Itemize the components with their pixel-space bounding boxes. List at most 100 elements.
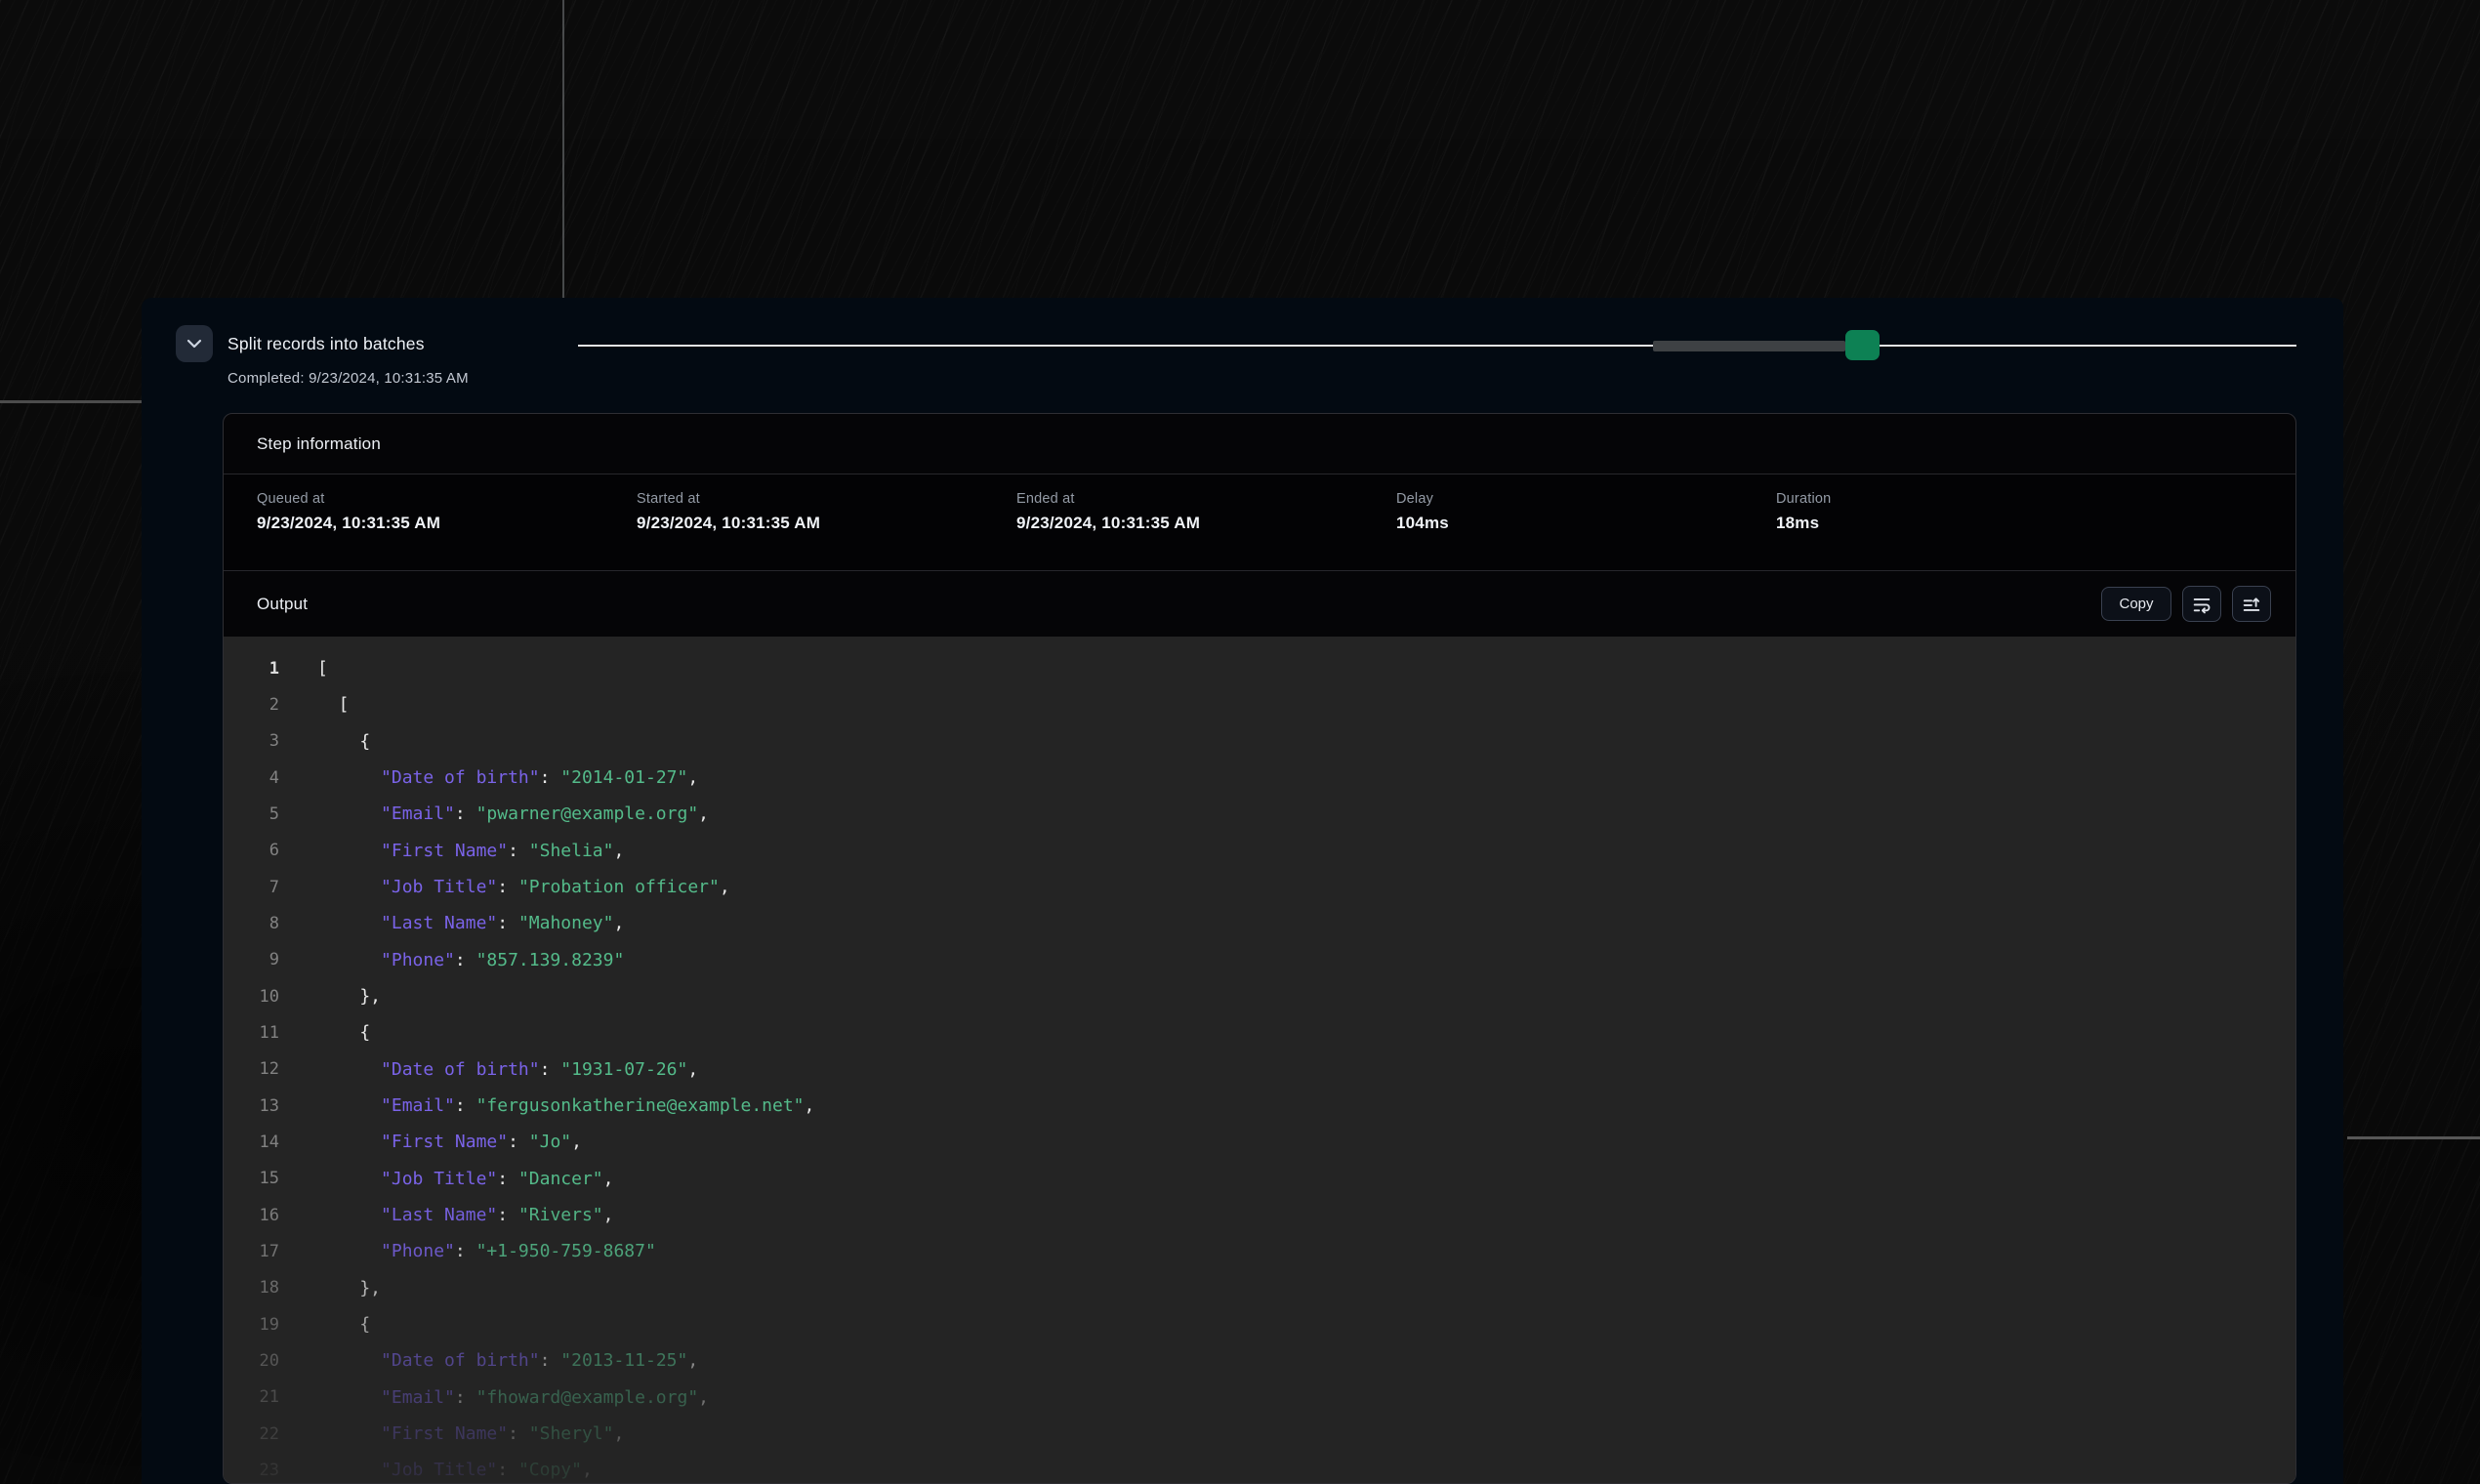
line-number: 6 — [224, 841, 279, 860]
code-text: "Date of birth": "2013-11-25", — [317, 1350, 698, 1371]
line-number: 3 — [224, 731, 279, 751]
timeline-range-bar[interactable] — [1653, 341, 1845, 351]
output-actions: Copy — [2101, 571, 2271, 637]
line-number: 13 — [224, 1096, 279, 1116]
code-text: }, — [317, 986, 381, 1007]
timeline-track[interactable] — [578, 345, 2296, 347]
code-text: "Date of birth": "2014-01-27", — [317, 767, 698, 788]
line-number: 14 — [224, 1133, 279, 1152]
line-number: 20 — [224, 1351, 279, 1371]
code-text: }, — [317, 1278, 381, 1298]
code-line: 6 "First Name": "Shelia", — [224, 833, 2295, 869]
code-line: 11 { — [224, 1014, 2295, 1051]
line-number: 2 — [224, 695, 279, 715]
output-header: Output Copy — [224, 571, 2295, 637]
code-line: 20 "Date of birth": "2013-11-25", — [224, 1342, 2295, 1379]
line-number: 8 — [224, 914, 279, 933]
code-line: 10 }, — [224, 978, 2295, 1014]
code-text: "Job Title": "Probation officer", — [317, 877, 730, 897]
code-text: { — [317, 1314, 370, 1335]
code-text: "Date of birth": "1931-07-26", — [317, 1059, 698, 1080]
line-number: 9 — [224, 950, 279, 969]
code-line: 1[ — [224, 650, 2295, 686]
wrap-text-icon — [2191, 594, 2212, 615]
collapse-step-button[interactable] — [176, 325, 213, 362]
code-text: [ — [317, 694, 350, 715]
step-information-card: Step information Queued at 9/23/2024, 10… — [223, 413, 2296, 1484]
code-line: 16 "Last Name": "Rivers", — [224, 1197, 2295, 1233]
line-number: 19 — [224, 1315, 279, 1335]
line-number: 16 — [224, 1206, 279, 1225]
code-lines: 1[2 [3 {4 "Date of birth": "2014-01-27",… — [224, 650, 2295, 1484]
line-number: 23 — [224, 1461, 279, 1480]
line-number: 11 — [224, 1023, 279, 1043]
step-information-title: Step information — [257, 434, 381, 454]
line-number: 12 — [224, 1059, 279, 1079]
scroll-to-top-button[interactable] — [2232, 586, 2271, 622]
background-horizontal-line-left — [0, 400, 142, 403]
code-line: 15 "Job Title": "Dancer", — [224, 1161, 2295, 1197]
meta-delay: Delay 104ms — [1396, 491, 1449, 533]
code-line: 22 "First Name": "Sheryl", — [224, 1416, 2295, 1452]
code-text: "Last Name": "Mahoney", — [317, 913, 624, 933]
line-number: 21 — [224, 1387, 279, 1407]
step-information-header: Step information — [224, 414, 2295, 474]
code-text: "Job Title": "Copy", — [317, 1460, 593, 1480]
meta-queued-at: Queued at 9/23/2024, 10:31:35 AM — [257, 491, 440, 533]
code-line: 21 "Email": "fhoward@example.org", — [224, 1380, 2295, 1416]
code-text: "Email": "pwarner@example.org", — [317, 804, 709, 824]
code-text: "Job Title": "Dancer", — [317, 1169, 613, 1189]
step-timeline[interactable] — [578, 325, 2296, 366]
line-number: 7 — [224, 878, 279, 897]
line-number: 15 — [224, 1169, 279, 1188]
background-horizontal-line-right — [2347, 1136, 2480, 1139]
code-line: 5 "Email": "pwarner@example.org", — [224, 796, 2295, 832]
code-text: { — [317, 1022, 370, 1043]
line-number: 17 — [224, 1242, 279, 1261]
code-line: 19 { — [224, 1306, 2295, 1342]
output-title: Output — [257, 595, 308, 614]
line-number: 5 — [224, 804, 279, 824]
code-text: "Phone": "857.139.8239" — [317, 950, 624, 970]
line-number: 22 — [224, 1424, 279, 1444]
code-line: 2 [ — [224, 686, 2295, 722]
scroll-top-icon — [2241, 594, 2262, 615]
code-line: 12 "Date of birth": "1931-07-26", — [224, 1051, 2295, 1088]
code-text: "First Name": "Shelia", — [317, 841, 624, 861]
code-line: 14 "First Name": "Jo", — [224, 1124, 2295, 1160]
code-line: 9 "Phone": "857.139.8239" — [224, 942, 2295, 978]
meta-ended-at: Ended at 9/23/2024, 10:31:35 AM — [1016, 491, 1200, 533]
line-number: 10 — [224, 987, 279, 1007]
copy-button[interactable]: Copy — [2101, 587, 2171, 621]
line-number: 4 — [224, 768, 279, 788]
meta-started-at: Started at 9/23/2024, 10:31:35 AM — [637, 491, 820, 533]
line-number: 18 — [224, 1278, 279, 1298]
code-text: { — [317, 731, 370, 752]
code-text: "Phone": "+1-950-759-8687" — [317, 1241, 656, 1261]
code-text: "Email": "fergusonkatherine@example.net"… — [317, 1095, 814, 1116]
wrap-text-button[interactable] — [2182, 586, 2221, 622]
code-line: 7 "Job Title": "Probation officer", — [224, 869, 2295, 905]
step-meta-row: Queued at 9/23/2024, 10:31:35 AM Started… — [224, 474, 2295, 571]
step-title: Split records into batches — [227, 334, 425, 354]
code-line: 18 }, — [224, 1270, 2295, 1306]
code-line: 13 "Email": "fergusonkatherine@example.n… — [224, 1088, 2295, 1124]
meta-duration: Duration 18ms — [1776, 491, 1831, 533]
code-line: 3 { — [224, 723, 2295, 760]
code-text: "First Name": "Jo", — [317, 1132, 582, 1152]
step-status: Completed: 9/23/2024, 10:31:35 AM — [227, 370, 469, 387]
output-code-viewer[interactable]: 1[2 [3 {4 "Date of birth": "2014-01-27",… — [224, 637, 2295, 1484]
timeline-handle[interactable] — [1845, 330, 1880, 360]
chevron-down-icon — [186, 339, 202, 349]
code-text: "Email": "fhoward@example.org", — [317, 1387, 709, 1408]
line-number: 1 — [224, 659, 279, 679]
code-text: "First Name": "Sheryl", — [317, 1423, 624, 1444]
background-vertical-line — [562, 0, 564, 299]
step-detail-panel: Split records into batches Completed: 9/… — [142, 298, 2343, 1484]
code-text: "Last Name": "Rivers", — [317, 1205, 613, 1225]
code-text: [ — [317, 658, 328, 679]
code-line: 17 "Phone": "+1-950-759-8687" — [224, 1233, 2295, 1269]
code-line: 4 "Date of birth": "2014-01-27", — [224, 760, 2295, 796]
code-line: 8 "Last Name": "Mahoney", — [224, 905, 2295, 941]
code-line: 23 "Job Title": "Copy", — [224, 1452, 2295, 1484]
